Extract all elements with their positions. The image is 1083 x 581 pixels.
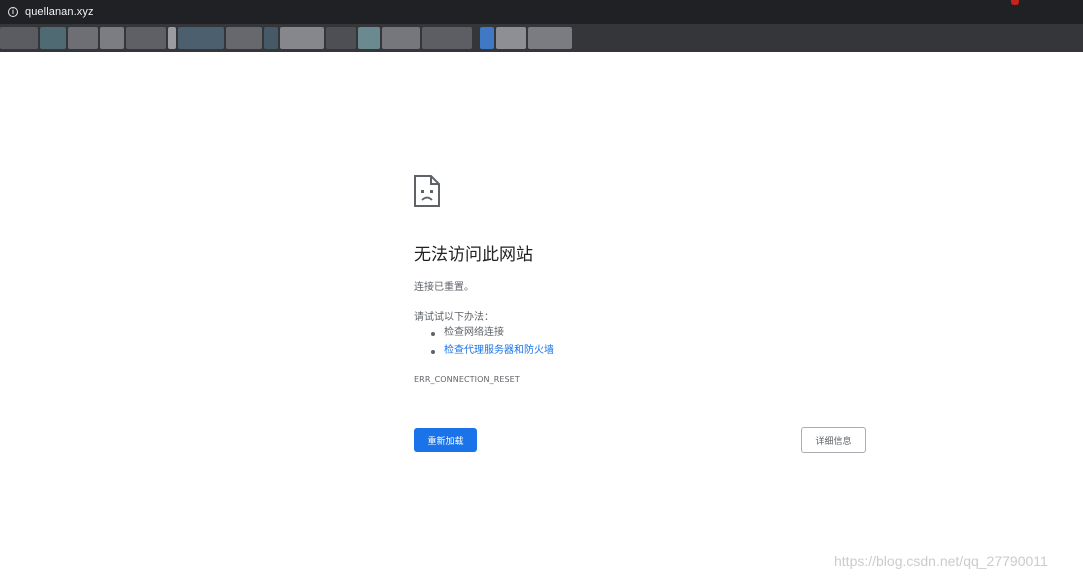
error-code: ERR_CONNECTION_RESET [414,375,520,384]
suggestion-check-network: 检查网络连接 [430,324,554,342]
address-bar[interactable]: i quellanan.xyz [0,0,1083,24]
error-page [0,52,1083,581]
details-button[interactable]: 详细信息 [801,427,866,453]
error-message: 连接已重置。 [414,282,474,293]
info-icon[interactable]: i [8,7,18,17]
bookmarks-bar-obscured [0,24,1083,52]
url-text[interactable]: quellanan.xyz [25,6,94,18]
suggestion-check-proxy-link[interactable]: 检查代理服务器和防火墙 [430,342,554,360]
sad-page-icon [414,175,440,207]
suggestions-intro: 请试试以下办法： [414,312,494,323]
watermark: https://blog.csdn.net/qq_27790011 [834,553,1048,569]
error-heading: 无法访问此网站 [414,245,533,265]
suggestions-list: 检查网络连接 检查代理服务器和防火墙 [430,324,554,360]
reload-button[interactable]: 重新加载 [414,428,477,452]
extension-badge [1011,0,1019,5]
